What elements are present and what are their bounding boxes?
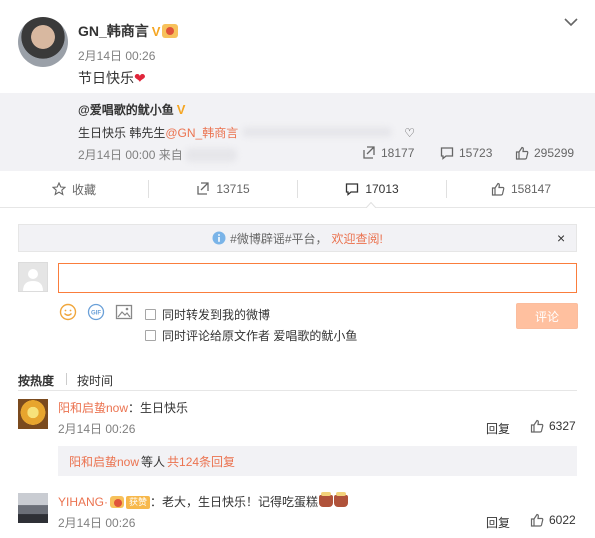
author-name-text[interactable]: GN_韩商言 bbox=[78, 23, 149, 39]
comment-text: ：生日快乐 bbox=[128, 401, 189, 415]
original-time[interactable]: 2月14日 00:00 来自 bbox=[78, 146, 237, 163]
comment-like-count: 6022 bbox=[549, 513, 576, 527]
original-like-count-value: 295299 bbox=[534, 146, 575, 160]
comment-item: YIHANG· 获赞 ：老大，生日快乐！记得吃蛋糕 bbox=[58, 492, 349, 510]
post-text: 节日快乐❤ bbox=[78, 68, 146, 88]
replies-summary[interactable]: 阳和启蛰now 等人 共124条回复 bbox=[58, 446, 577, 476]
default-avatar-icon bbox=[23, 269, 43, 291]
reply-button[interactable]: 回复 bbox=[486, 420, 510, 437]
my-avatar bbox=[18, 262, 48, 292]
commenter-name[interactable]: YIHANG· bbox=[58, 495, 108, 509]
comment-text: ：老大，生日快乐！记得吃蛋糕 bbox=[150, 495, 319, 509]
repost-icon bbox=[363, 146, 375, 159]
blurred-source bbox=[184, 148, 237, 162]
like-count: 158147 bbox=[510, 182, 552, 196]
thumbs-up-icon bbox=[515, 146, 529, 160]
heart-emoji-icon: ❤ bbox=[134, 70, 146, 86]
comment-input[interactable] bbox=[58, 263, 577, 293]
original-text: 生日快乐 韩先生@GN_韩商言 ♡ bbox=[78, 124, 415, 141]
blurred-content bbox=[242, 127, 393, 137]
info-icon bbox=[212, 231, 226, 245]
checkbox[interactable] bbox=[145, 309, 156, 320]
commenter-name[interactable]: 阳和启蛰now bbox=[58, 401, 128, 415]
reply-summary-middle: 等人 bbox=[141, 454, 166, 469]
comment-like-button[interactable]: 6327 bbox=[530, 419, 576, 433]
original-author[interactable]: @爱唱歌的鱿小鱼 V bbox=[78, 101, 185, 118]
favorite-label: 收藏 bbox=[71, 182, 96, 197]
medal-badge: 获赞 bbox=[126, 496, 151, 509]
emoji-icon[interactable] bbox=[59, 303, 77, 321]
verified-icon: V bbox=[151, 24, 161, 39]
member-crown-icon bbox=[162, 24, 179, 38]
notice-text: #微博辟谣#平台， bbox=[230, 231, 328, 246]
verified-icon: V bbox=[176, 102, 186, 117]
original-text-body: 生日快乐 韩先生 bbox=[78, 126, 166, 140]
post-time[interactable]: 2月14日 00:26 bbox=[78, 47, 155, 64]
comment-icon bbox=[346, 183, 359, 196]
cake-emoji-icon bbox=[334, 492, 349, 507]
original-like-count[interactable]: 295299 bbox=[515, 146, 574, 160]
comment-item: 阳和启蛰now：生日快乐 bbox=[58, 399, 188, 416]
svg-text:GIF: GIF bbox=[91, 311, 101, 317]
author-avatar[interactable] bbox=[18, 17, 68, 67]
original-author-name[interactable]: @爱唱歌的鱿小鱼 bbox=[78, 103, 174, 117]
sort-by-hot[interactable]: 按热度 bbox=[18, 372, 54, 389]
image-icon[interactable] bbox=[115, 303, 133, 321]
repost-count: 13715 bbox=[216, 182, 250, 196]
comment-time: 2月14日 00:26 bbox=[58, 516, 136, 530]
member-crown-icon bbox=[110, 496, 125, 508]
chevron-down-icon[interactable] bbox=[562, 13, 580, 31]
view-all-replies-link[interactable]: 共124条回复 bbox=[167, 453, 235, 470]
favorite-button[interactable]: 收藏 bbox=[0, 181, 148, 197]
repost-button[interactable]: 13715 bbox=[149, 181, 297, 197]
sort-by-time[interactable]: 按时间 bbox=[77, 372, 113, 389]
cake-emoji-icon bbox=[319, 492, 334, 507]
reply-button[interactable]: 回复 bbox=[486, 514, 510, 531]
comment-like-count: 6327 bbox=[549, 419, 576, 433]
comment-time: 2月14日 00:26 bbox=[58, 422, 136, 436]
divider bbox=[66, 373, 67, 385]
comment-like-button[interactable]: 6022 bbox=[530, 513, 576, 527]
mention-link[interactable]: @GN_韩商言 bbox=[165, 126, 238, 140]
gif-icon[interactable]: GIF bbox=[87, 303, 105, 321]
rumor-notice-bar: #微博辟谣#平台， 欢迎查阅! bbox=[18, 224, 577, 252]
like-button[interactable]: 158147 bbox=[447, 181, 595, 197]
post-text-body: 节日快乐 bbox=[78, 70, 134, 86]
thumbs-up-icon bbox=[491, 182, 505, 196]
original-repost-count-value: 18177 bbox=[381, 146, 415, 160]
original-comment-count-value: 15723 bbox=[459, 146, 493, 160]
author-name[interactable]: GN_韩商言 V bbox=[78, 21, 179, 41]
comment-to-author-label: 同时评论给原文作者 爱唱歌的鱿小鱼 bbox=[162, 329, 358, 343]
commenter-avatar[interactable] bbox=[18, 399, 48, 429]
thumbs-up-icon bbox=[530, 419, 544, 433]
notice-link[interactable]: 欢迎查阅! bbox=[332, 230, 383, 247]
repost-option-label: 同时转发到我的微博 bbox=[162, 308, 271, 322]
checkbox[interactable] bbox=[145, 330, 156, 341]
comment-icon bbox=[440, 147, 454, 160]
repost-icon bbox=[197, 182, 209, 195]
active-tab-caret bbox=[366, 202, 376, 208]
comment-count: 17013 bbox=[365, 182, 399, 196]
original-comment-count[interactable]: 15723 bbox=[440, 146, 492, 160]
divider bbox=[18, 390, 577, 391]
comment-tab-button[interactable]: 17013 bbox=[298, 181, 446, 197]
original-time-text[interactable]: 2月14日 00:00 来自 bbox=[78, 148, 183, 162]
commenter-avatar[interactable] bbox=[18, 493, 48, 523]
close-icon[interactable]: × bbox=[557, 230, 565, 246]
heart-outline-icon: ♡ bbox=[404, 126, 415, 140]
star-icon bbox=[51, 182, 66, 196]
reply-summary-name[interactable]: 阳和启蛰now bbox=[69, 453, 139, 470]
repost-to-my-weibo-option[interactable]: 同时转发到我的微博 bbox=[145, 306, 270, 323]
original-repost-count[interactable]: 18177 bbox=[362, 146, 414, 160]
submit-comment-button[interactable]: 评论 bbox=[516, 303, 578, 329]
thumbs-up-icon bbox=[530, 513, 544, 527]
comment-to-author-option[interactable]: 同时评论给原文作者 爱唱歌的鱿小鱼 bbox=[145, 327, 357, 344]
